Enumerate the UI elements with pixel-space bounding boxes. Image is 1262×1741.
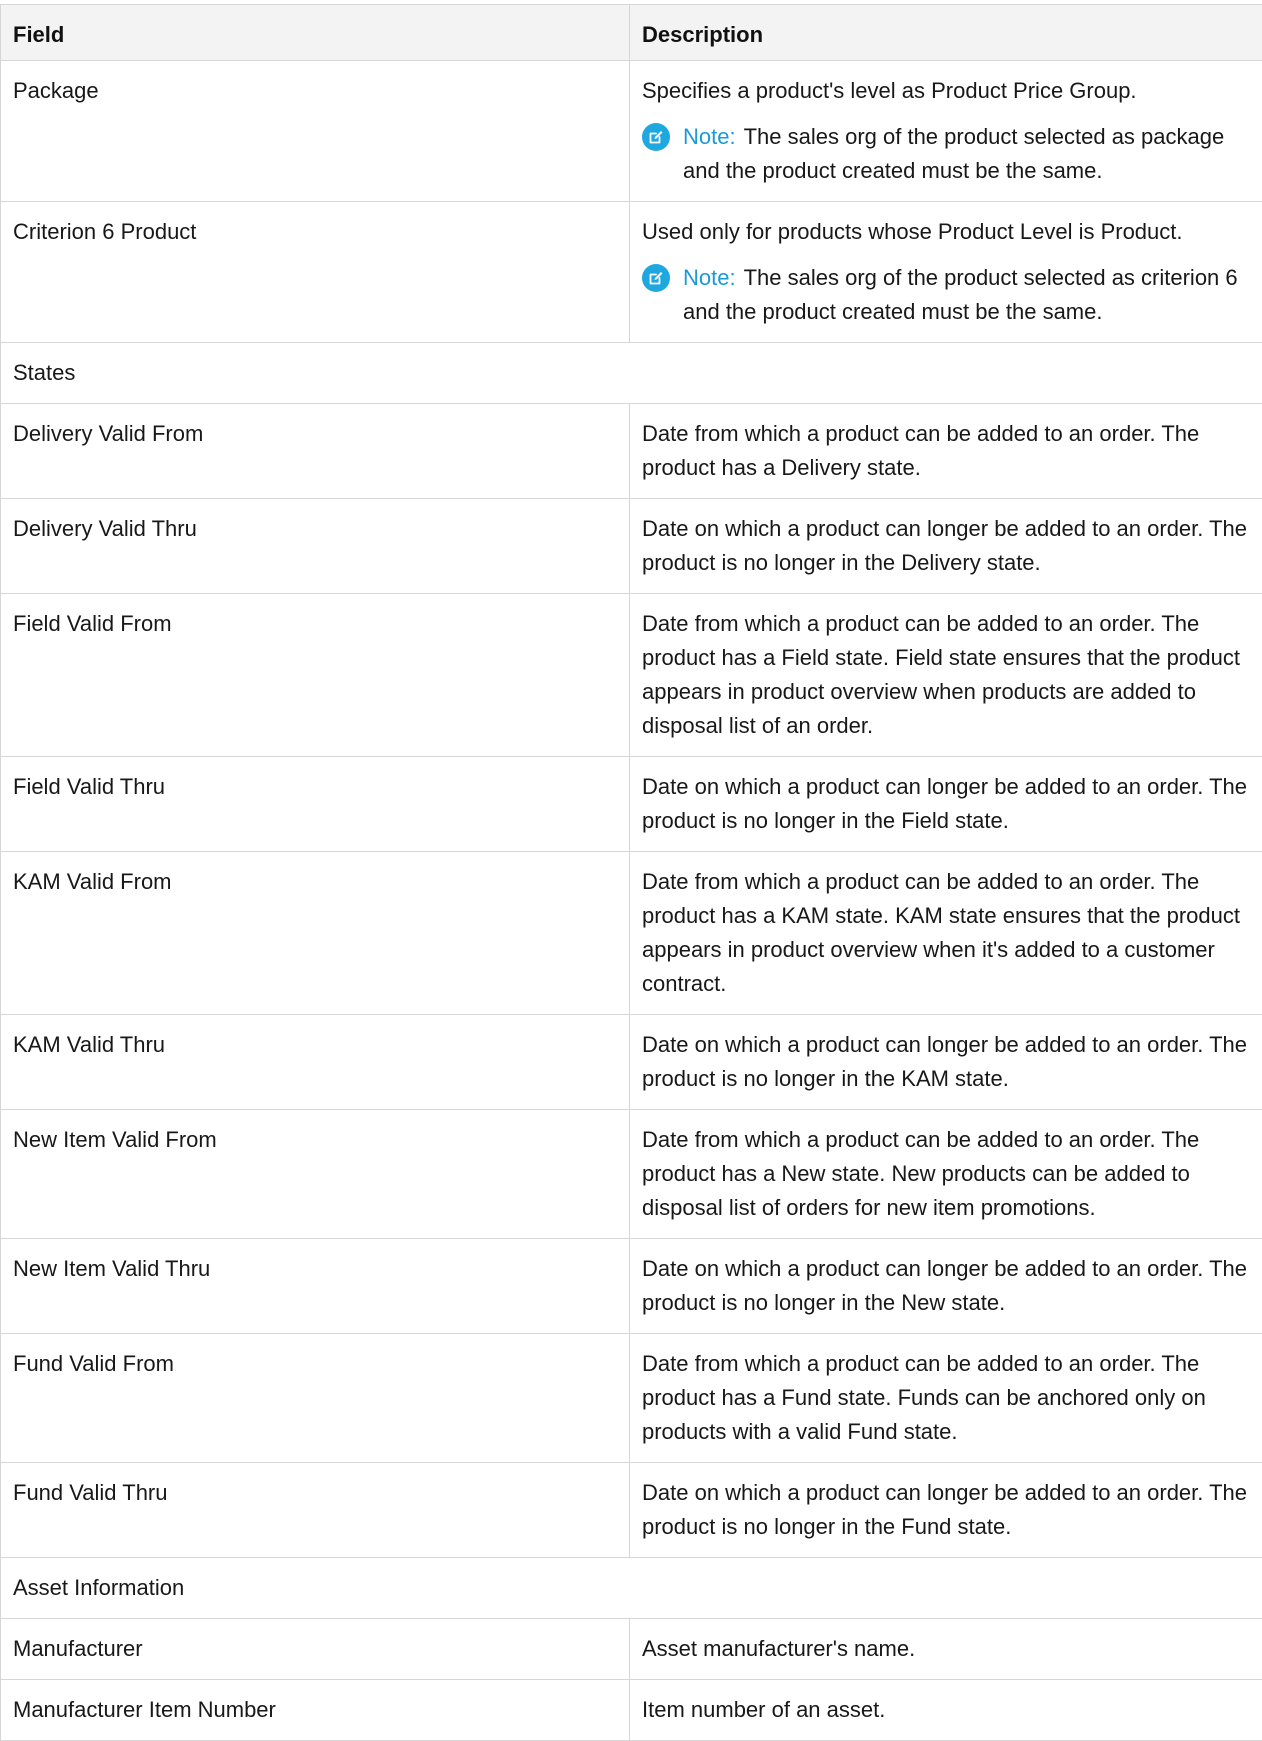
header-description: Description xyxy=(630,5,1262,61)
field-description-table: Field Description Package Specifies a pro… xyxy=(0,4,1262,1741)
field-cell: Manufacturer Item Number xyxy=(1,1680,630,1741)
table-row: Manufacturer Asset manufacturer's name. xyxy=(1,1619,1262,1680)
edit-note-icon xyxy=(642,264,670,292)
table-row: KAM Valid FromDate from which a product … xyxy=(1,852,1262,1015)
note-label: Note: xyxy=(683,265,736,290)
description-cell: Date on which a product can longer be ad… xyxy=(630,1015,1262,1110)
table-row: Delivery Valid FromDate from which a pro… xyxy=(1,404,1262,499)
description-cell: Date from which a product can be added t… xyxy=(630,852,1262,1015)
description-text: Used only for products whose Product Lev… xyxy=(642,215,1250,249)
description-cell: Date on which a product can longer be ad… xyxy=(630,757,1262,852)
table-row: Field Valid FromDate from which a produc… xyxy=(1,594,1262,757)
description-cell: Date on which a product can longer be ad… xyxy=(630,499,1262,594)
table-row: Package Specifies a product's level as Pr… xyxy=(1,61,1262,202)
section-heading: States xyxy=(1,343,1262,404)
description-text: Date from which a product can be added t… xyxy=(642,865,1250,1001)
edit-note-icon xyxy=(642,123,670,151)
description-cell: Item number of an asset. xyxy=(630,1680,1262,1741)
description-text: Date on which a product can longer be ad… xyxy=(642,512,1250,580)
description-text: Asset manufacturer's name. xyxy=(642,1632,1250,1666)
description-text: Date on which a product can longer be ad… xyxy=(642,1028,1250,1096)
description-cell: Date from which a product can be added t… xyxy=(630,1334,1262,1463)
table-body: Package Specifies a product's level as Pr… xyxy=(1,61,1262,1741)
description-text: Date on which a product can longer be ad… xyxy=(642,1252,1250,1320)
field-cell: Criterion 6 Product xyxy=(1,202,630,343)
description-text: Specifies a product's level as Product P… xyxy=(642,74,1250,108)
field-cell: Field Valid From xyxy=(1,594,630,757)
note-label: Note: xyxy=(683,124,736,149)
field-cell: Fund Valid From xyxy=(1,1334,630,1463)
description-text: Date on which a product can longer be ad… xyxy=(642,770,1250,838)
table-row: New Item Valid ThruDate on which a produ… xyxy=(1,1239,1262,1334)
description-cell: Date from which a product can be added t… xyxy=(630,594,1262,757)
description-cell: Date from which a product can be added t… xyxy=(630,1110,1262,1239)
description-cell: Date on which a product can longer be ad… xyxy=(630,1463,1262,1558)
table-row: New Item Valid FromDate from which a pro… xyxy=(1,1110,1262,1239)
note-callout: Note:The sales org of the product select… xyxy=(642,261,1250,329)
note-callout: Note:The sales org of the product select… xyxy=(642,120,1250,188)
description-text: Date on which a product can longer be ad… xyxy=(642,1476,1250,1544)
field-cell: New Item Valid From xyxy=(1,1110,630,1239)
field-cell: Delivery Valid Thru xyxy=(1,499,630,594)
section-row: Asset Information xyxy=(1,1558,1262,1619)
document-page: Field Description Package Specifies a pro… xyxy=(0,0,1262,1684)
description-cell: Asset manufacturer's name. xyxy=(630,1619,1262,1680)
table-row: Manufacturer Item Number Item number of a… xyxy=(1,1680,1262,1741)
table-row: Fund Valid FromDate from which a product… xyxy=(1,1334,1262,1463)
field-cell: Package xyxy=(1,61,630,202)
field-cell: New Item Valid Thru xyxy=(1,1239,630,1334)
field-cell: KAM Valid Thru xyxy=(1,1015,630,1110)
note-body: Note:The sales org of the product select… xyxy=(683,261,1250,329)
note-body: Note:The sales org of the product select… xyxy=(683,120,1250,188)
description-cell: Specifies a product's level as Product P… xyxy=(630,61,1262,202)
description-cell: Used only for products whose Product Lev… xyxy=(630,202,1262,343)
description-cell: Date from which a product can be added t… xyxy=(630,404,1262,499)
field-cell: Fund Valid Thru xyxy=(1,1463,630,1558)
field-cell: Delivery Valid From xyxy=(1,404,630,499)
field-cell: KAM Valid From xyxy=(1,852,630,1015)
table-row: Criterion 6 Product Used only for product… xyxy=(1,202,1262,343)
description-text: Date from which a product can be added t… xyxy=(642,1347,1250,1449)
note-text: The sales org of the product selected as… xyxy=(683,265,1238,324)
header-field: Field xyxy=(1,5,630,61)
description-text: Item number of an asset. xyxy=(642,1693,1250,1727)
table-header-row: Field Description xyxy=(1,5,1262,61)
table-row: Field Valid ThruDate on which a product … xyxy=(1,757,1262,852)
note-text: The sales org of the product selected as… xyxy=(683,124,1224,183)
field-cell: Field Valid Thru xyxy=(1,757,630,852)
table-row: KAM Valid ThruDate on which a product ca… xyxy=(1,1015,1262,1110)
table-row: Fund Valid ThruDate on which a product c… xyxy=(1,1463,1262,1558)
description-text: Date from which a product can be added t… xyxy=(642,607,1250,743)
description-text: Date from which a product can be added t… xyxy=(642,417,1250,485)
description-text: Date from which a product can be added t… xyxy=(642,1123,1250,1225)
section-row: States xyxy=(1,343,1262,404)
description-cell: Date on which a product can longer be ad… xyxy=(630,1239,1262,1334)
table-row: Delivery Valid ThruDate on which a produ… xyxy=(1,499,1262,594)
section-heading: Asset Information xyxy=(1,1558,1262,1619)
field-cell: Manufacturer xyxy=(1,1619,630,1680)
